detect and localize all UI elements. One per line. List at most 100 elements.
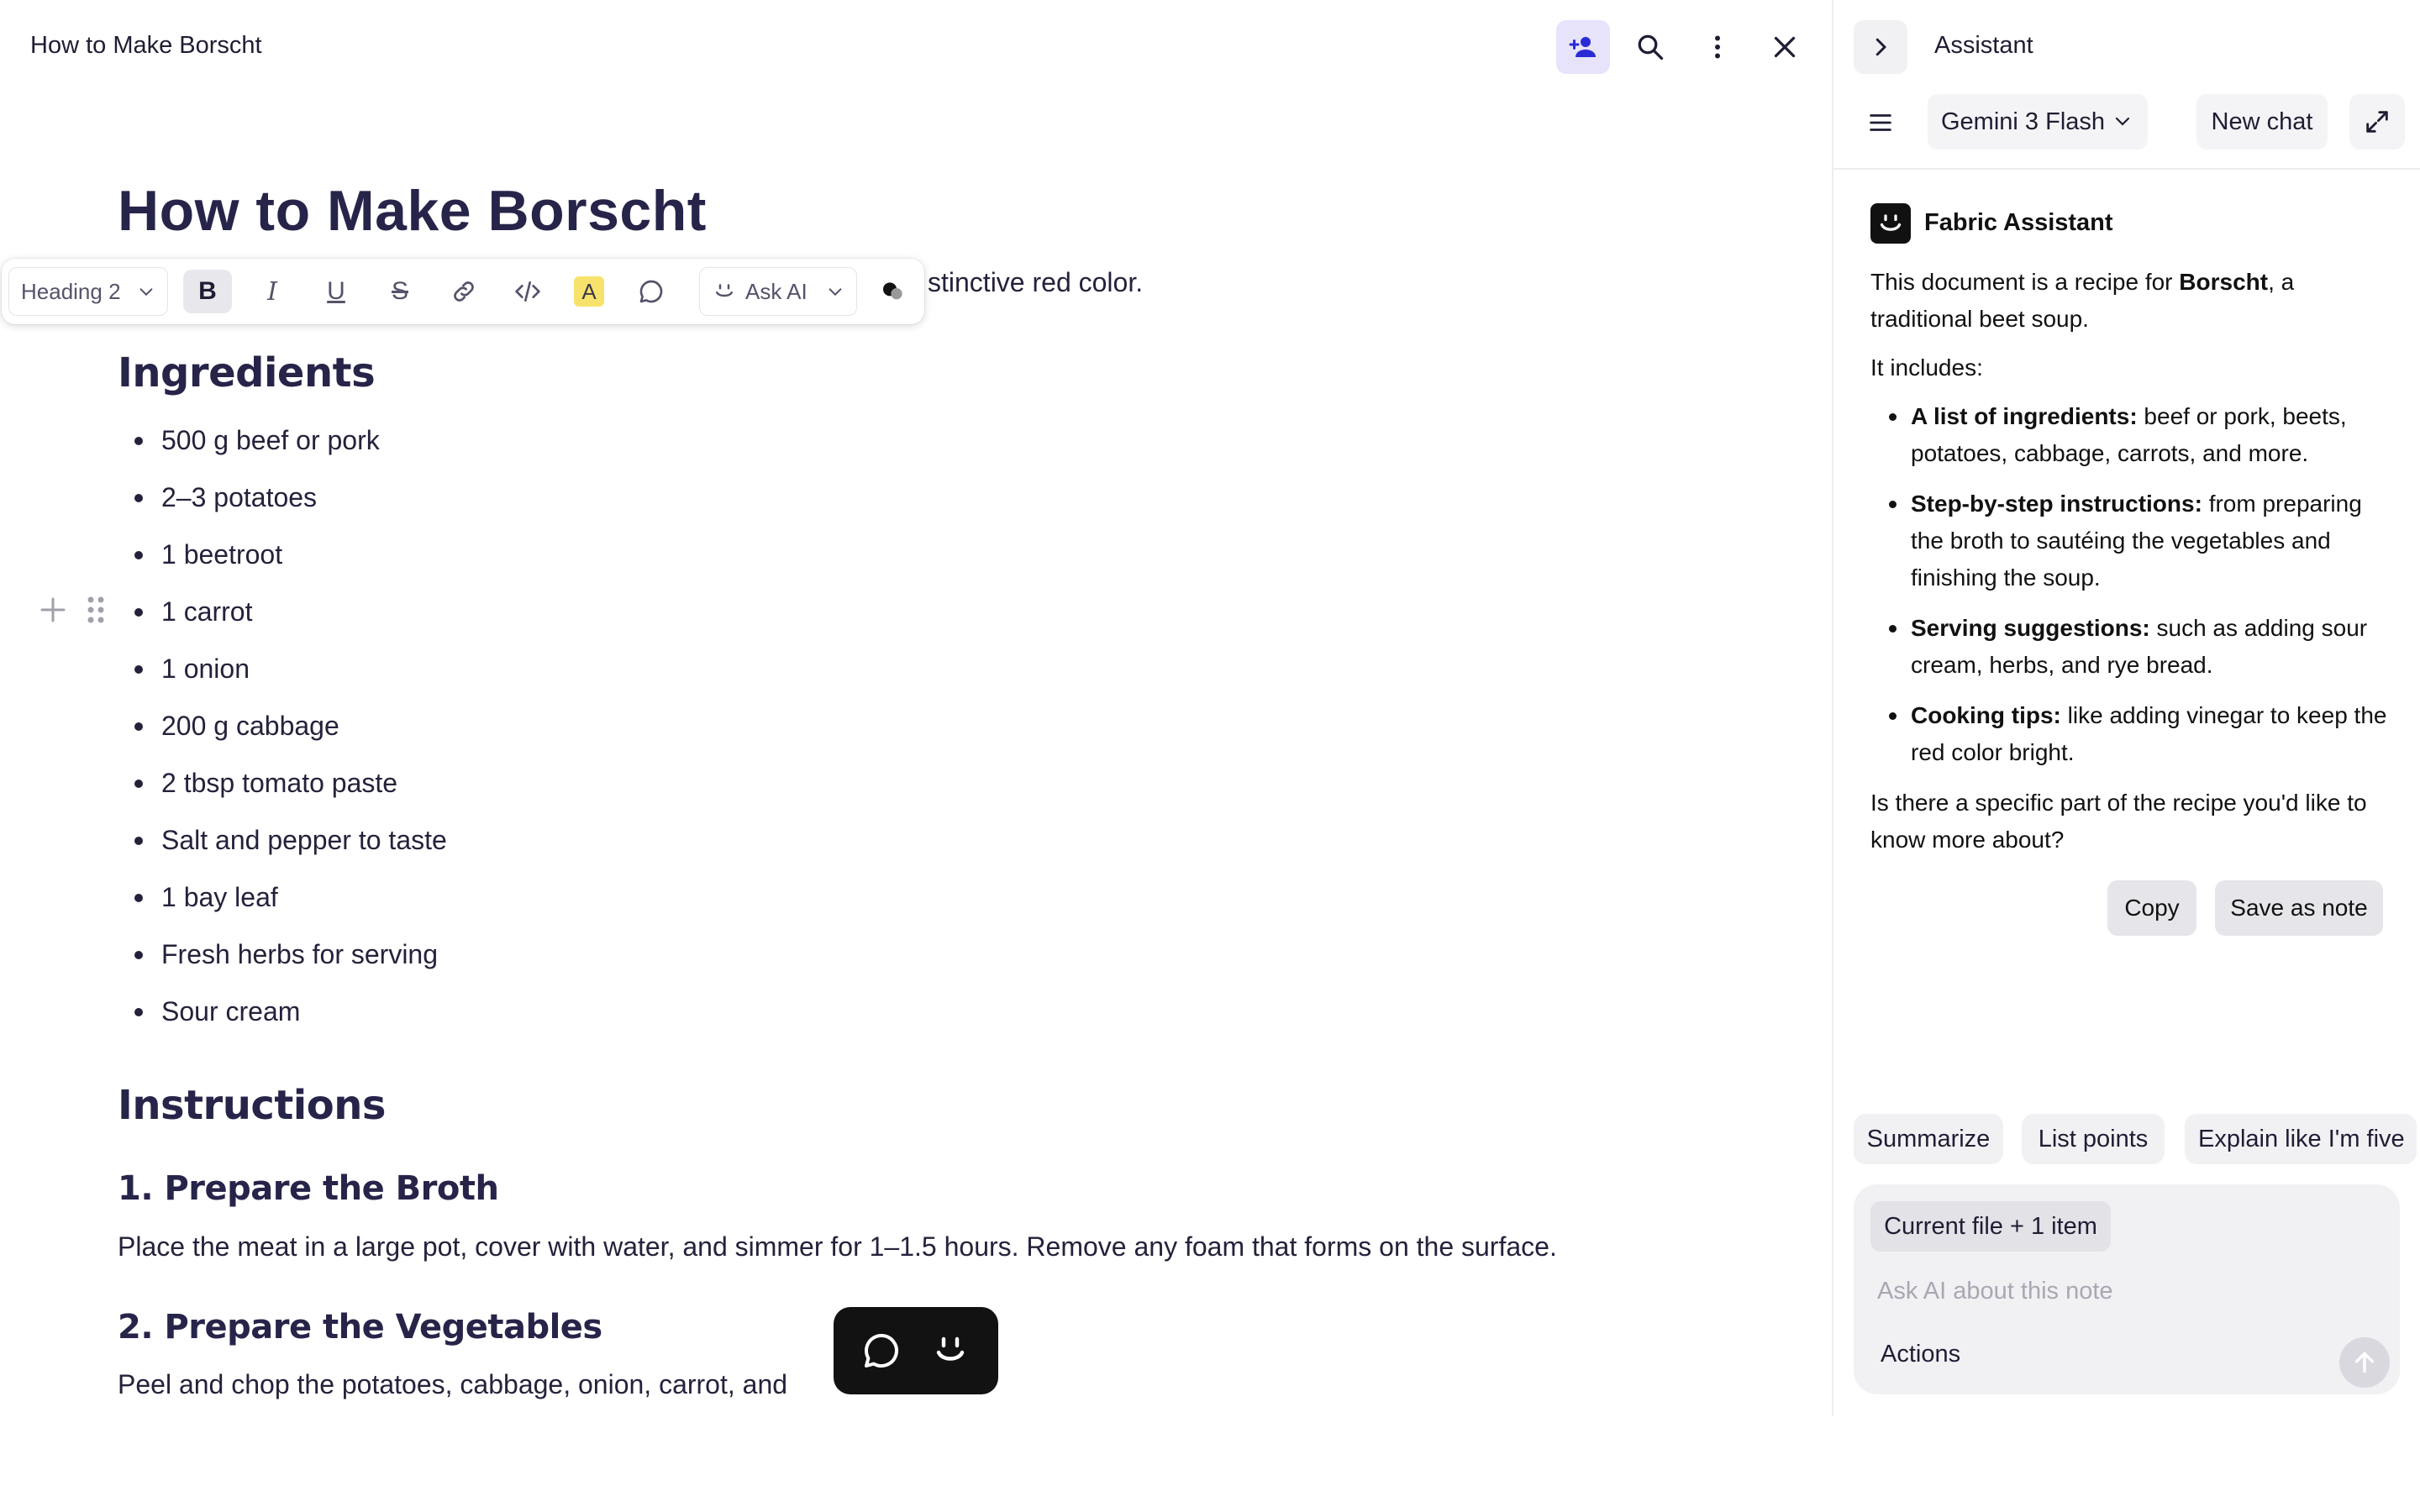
list-item: 1 bay leaf: [118, 877, 447, 934]
code-button[interactable]: [503, 270, 552, 313]
search-button[interactable]: [1623, 20, 1677, 74]
message-includes: It includes:: [1870, 354, 1983, 381]
ask-ai-input[interactable]: [1877, 1270, 2348, 1312]
message-question: Is there a specific part of the recipe y…: [1870, 790, 2367, 853]
italic-button[interactable]: I: [248, 270, 297, 313]
block-handle[interactable]: [37, 593, 113, 627]
ai-face-icon: [716, 284, 733, 297]
model-select[interactable]: Gemini 3 Flash: [1928, 94, 2148, 150]
save-as-note-button[interactable]: Save as note: [2215, 880, 2383, 936]
suggestion-explain-like-five[interactable]: Explain like I'm five: [2185, 1114, 2417, 1164]
floating-action-pill: [834, 1307, 998, 1394]
step1-heading: 1. Prepare the Broth: [118, 1169, 499, 1208]
search-icon: [1638, 34, 1664, 60]
message-intro-emphasis: Borscht: [2179, 269, 2269, 295]
chevron-down-icon: [139, 288, 153, 297]
chevron-down-icon: [829, 288, 842, 297]
send-button[interactable]: [2339, 1337, 2390, 1388]
ai-float-button[interactable]: [923, 1324, 977, 1378]
hamburger-icon: [1870, 114, 1891, 131]
list-item: 200 g cabbage: [118, 706, 447, 763]
list-item: 2 tbsp tomato paste: [118, 763, 447, 820]
list-item: 1 onion: [118, 648, 447, 706]
assistant-name: Fabric Assistant: [1924, 209, 2113, 236]
ask-ai-dropdown[interactable]: Ask AI: [699, 267, 857, 316]
step2-paragraph: Peel and chop the potatoes, cabbage, oni…: [118, 1369, 788, 1399]
document-topbar-title: How to Make Borscht: [30, 32, 262, 59]
highlight-button[interactable]: A: [565, 270, 613, 313]
vertical-dots-icon: [1715, 35, 1720, 59]
ai-face-icon: [1880, 214, 1902, 231]
list-item-label: Cooking tips:: [1911, 702, 2061, 728]
drag-handle-icon[interactable]: [87, 596, 104, 623]
close-icon: [1774, 36, 1796, 58]
new-chat-button[interactable]: New chat: [2196, 94, 2328, 150]
list-item: 1 beetroot: [118, 534, 447, 591]
more-options-button[interactable]: [1691, 20, 1744, 74]
block-type-label: Heading 2: [21, 278, 121, 304]
document-title: How to Make Borscht: [118, 179, 707, 243]
document-topbar: How to Make Borscht: [0, 0, 1832, 94]
actions-button[interactable]: Actions: [1881, 1341, 1960, 1368]
bold-button[interactable]: B: [183, 270, 232, 313]
list-item: Fresh herbs for serving: [118, 934, 447, 991]
assistant-avatar: [1870, 203, 1911, 244]
message-list: A list of ingredients: beef or pork, bee…: [1870, 398, 2391, 771]
close-document-button[interactable]: [1758, 20, 1812, 74]
message-intro: This document is a recipe for Borscht, a…: [1870, 264, 2391, 338]
step1-paragraph: Place the meat in a large pot, cover wit…: [118, 1231, 1557, 1262]
comment-icon: [865, 1334, 898, 1368]
context-chip[interactable]: Current file + 1 item: [1870, 1201, 2111, 1252]
list-item: A list of ingredients: beef or pork, bee…: [1870, 398, 2391, 472]
color-swatch-icon: [883, 282, 902, 300]
ask-ai-label: Ask AI: [745, 278, 808, 304]
editor-pane: How to Make Borscht How to Make Borscht …: [0, 0, 1832, 1416]
list-item-label: Step-by-step instructions:: [1911, 491, 2202, 517]
menu-button[interactable]: [1855, 97, 1906, 148]
ingredient-list: 500 g beef or pork 2–3 potatoes 1 beetro…: [118, 420, 447, 1048]
model-label: Gemini 3 Flash: [1941, 108, 2106, 135]
underline-button[interactable]: U: [312, 270, 360, 313]
link-button[interactable]: [439, 270, 488, 313]
list-item: Cooking tips: like adding vinegar to kee…: [1870, 697, 2391, 771]
plus-icon[interactable]: [40, 597, 66, 622]
message-intro-start: This document is a recipe for: [1870, 269, 2180, 295]
expand-button[interactable]: [2349, 94, 2405, 150]
text-color-button[interactable]: [869, 270, 918, 313]
arrow-up-icon: [2354, 1352, 2375, 1373]
comment-float-button[interactable]: [855, 1324, 908, 1378]
block-type-dropdown[interactable]: Heading 2: [8, 267, 168, 316]
highlight-icon: A: [574, 276, 604, 307]
ai-face-icon: [936, 1336, 965, 1361]
assistant-title: Assistant: [1934, 32, 2033, 59]
list-item-label: Serving suggestions:: [1911, 615, 2150, 641]
comment-button[interactable]: [627, 270, 676, 313]
list-item-label: A list of ingredients:: [1911, 403, 2138, 429]
list-item: Salt and pepper to taste: [118, 820, 447, 877]
list-item: Step-by-step instructions: from preparin…: [1870, 486, 2391, 596]
assistant-header-divider: [1833, 168, 2420, 170]
strikethrough-button[interactable]: S: [376, 270, 424, 313]
intro-paragraph: stinctive red color.: [928, 267, 1144, 297]
step2-heading: 2. Prepare the Vegetables: [118, 1308, 602, 1347]
list-item: 2–3 potatoes: [118, 477, 447, 534]
list-item: Serving suggestions: such as adding sour…: [1870, 610, 2391, 684]
expand-icon: [2366, 111, 2388, 133]
suggestion-summarize[interactable]: Summarize: [1854, 1114, 2003, 1164]
code-icon: [515, 281, 540, 302]
chat-composer: Current file + 1 item Actions: [1854, 1184, 2400, 1394]
chevron-down-icon: [2115, 117, 2130, 126]
list-item: 1 carrot: [118, 591, 447, 648]
link-icon: [454, 281, 474, 302]
add-person-icon: [1569, 37, 1596, 57]
list-item: 500 g beef or pork: [118, 420, 447, 477]
suggestion-list-points[interactable]: List points: [2022, 1114, 2165, 1164]
share-button[interactable]: [1556, 20, 1610, 74]
chevron-right-icon: [1876, 38, 1886, 56]
copy-button[interactable]: Copy: [2107, 880, 2196, 936]
assistant-message: This document is a recipe for Borscht, a…: [1870, 264, 2391, 870]
list-item: Sour cream: [118, 991, 447, 1048]
ingredients-heading: Ingredients: [118, 349, 376, 396]
collapse-panel-button[interactable]: [1854, 20, 1907, 74]
format-toolbar: Heading 2 B I U S A Ask AI: [2, 259, 924, 324]
